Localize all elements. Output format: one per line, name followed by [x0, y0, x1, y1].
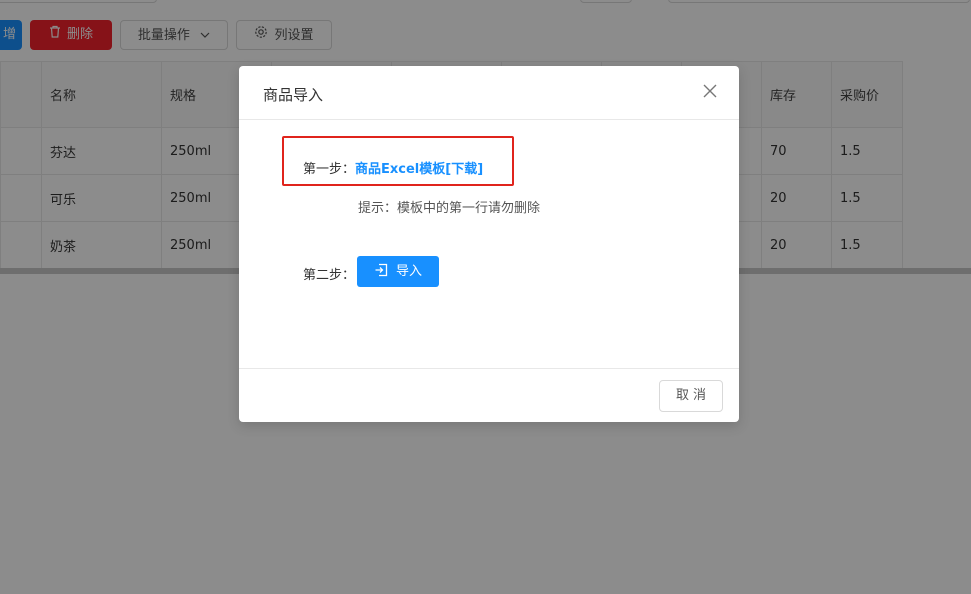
- close-icon[interactable]: [701, 82, 719, 100]
- dialog-footer: 取消: [239, 368, 739, 422]
- import-button-label: 导入: [395, 264, 422, 279]
- cancel-button[interactable]: 取消: [659, 380, 723, 412]
- step-two-label: 第二步：: [303, 268, 356, 283]
- import-dialog: 商品导入 第一步：商品Excel模板[下载] 提示：模板中的第一行请勿删除 第二…: [239, 66, 739, 422]
- template-hint: 提示：模板中的第一行请勿删除: [358, 201, 541, 216]
- step-one-label: 第一步：: [303, 162, 356, 177]
- step-one: 第一步：商品Excel模板[下载]: [303, 158, 483, 177]
- template-download-link[interactable]: 商品Excel模板[下载]: [355, 162, 483, 177]
- import-button[interactable]: 导入: [357, 256, 439, 287]
- dialog-title: 商品导入: [263, 86, 324, 104]
- import-icon: [374, 258, 388, 289]
- dialog-header: 商品导入: [239, 66, 739, 120]
